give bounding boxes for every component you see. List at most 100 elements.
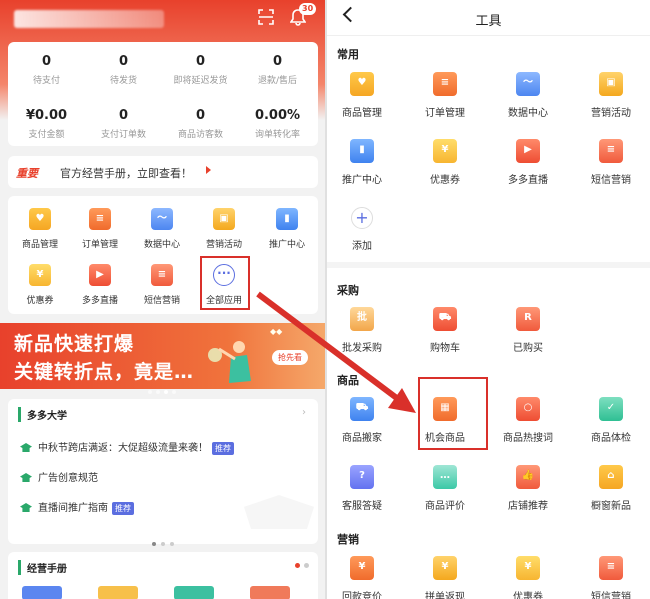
- manual-thumb[interactable]: [98, 586, 138, 599]
- tool-shop-recommend[interactable]: 👍 店铺推荐: [493, 465, 563, 512]
- tool-sms-marketing-2[interactable]: ≡ 短信营销: [576, 556, 646, 599]
- section-title-marketing: 营销: [337, 533, 359, 546]
- stat-value: ¥0.00: [25, 108, 68, 123]
- bag-icon: ♥: [29, 208, 51, 230]
- stat-label: 待支付: [32, 76, 60, 86]
- university-title: 多多大学: [18, 407, 67, 422]
- tool-coupon-2[interactable]: ¥ 优惠券: [493, 556, 563, 599]
- tool-label: 商品搬家: [342, 433, 382, 444]
- stat-value: 0.00%: [254, 108, 301, 123]
- app-label: 数据中心: [143, 240, 180, 250]
- tool-bid[interactable]: ¥ 回款竞价: [327, 556, 397, 599]
- stats-card: 0 待支付 0 待发货 0 即将延迟发货 0 退款/售后 ¥0.00 支付金额 0 支付订单…: [8, 42, 318, 146]
- app-grid: ♥ 商品管理 ≡ 订单管理 〜数据中心 ▣ 营销活动 ▮ 推广中心 ¥ 优惠券 ▶ 多多直播…: [8, 196, 318, 314]
- app-product-management[interactable]: ♥ 商品管理: [10, 208, 70, 250]
- video-icon: ▶: [516, 139, 540, 163]
- tool-label: 优惠券: [430, 175, 460, 186]
- faq-icon: ?: [350, 465, 374, 489]
- university-pagination: [152, 531, 179, 550]
- bar-chart-icon: ▮: [350, 139, 374, 163]
- stat-order-count[interactable]: 0 支付订单数: [85, 108, 162, 140]
- clipboard-icon: ≡: [89, 208, 111, 230]
- coupon-icon: ¥: [433, 139, 457, 163]
- notice-bar[interactable]: 重要 官方经营手册，立即查看！: [8, 156, 318, 188]
- tool-customer-faq[interactable]: ? 客服答疑: [327, 465, 397, 512]
- tool-add[interactable]: + 添加: [327, 207, 397, 252]
- cart-icon: ⛟: [433, 307, 457, 331]
- tool-product-checkup[interactable]: ✓ 商品体检: [576, 397, 646, 444]
- tool-label: 多多直播: [508, 175, 548, 186]
- tool-label: 拼单返现: [425, 592, 465, 599]
- stat-value: 0: [118, 54, 129, 69]
- tool-cashback[interactable]: ¥ 拼单返现: [410, 556, 480, 599]
- graduation-cap-icon: [20, 443, 32, 452]
- university-item[interactable]: 直播间推广指南 推荐: [20, 499, 134, 515]
- university-item[interactable]: 中秋节跨店满返：大促超级流量来袭！ 推荐: [20, 439, 234, 455]
- gift-icon: ▣: [599, 72, 623, 96]
- recommend-badge: 推荐: [112, 502, 134, 515]
- app-promotion[interactable]: ▮ 推广中心: [257, 208, 317, 250]
- notification-badge: 30: [299, 3, 317, 15]
- notice-text: 官方经营手册，立即查看！: [60, 167, 192, 180]
- tool-product-move[interactable]: ⛟ 商品搬家: [327, 397, 397, 444]
- tool-marketing[interactable]: ▣ 营销活动: [576, 72, 646, 119]
- chevron-right-icon[interactable]: ›: [302, 407, 306, 418]
- highlight-box-opportunity-product: [418, 377, 488, 450]
- app-live[interactable]: ▶ 多多直播: [70, 264, 130, 306]
- graduation-cap-illustration: [244, 495, 314, 529]
- search-icon: ○: [516, 397, 540, 421]
- stat-payment-amount[interactable]: ¥0.00 支付金额: [8, 108, 85, 140]
- wholesale-icon: 批: [350, 307, 374, 331]
- stat-conversion-rate[interactable]: 0.00% 询单转化率: [239, 108, 316, 140]
- tool-label: 商品管理: [342, 108, 382, 119]
- tool-live[interactable]: ▶ 多多直播: [493, 139, 563, 186]
- tool-purchased[interactable]: R 已购买: [493, 307, 563, 354]
- university-item-text: 中秋节跨店满返：大促超级流量来袭！: [38, 443, 208, 454]
- stat-delay-shipment[interactable]: 0 即将延迟发货: [162, 54, 239, 86]
- message-icon: ≡: [599, 139, 623, 163]
- tool-showcase-new[interactable]: ⌂ 橱窗新品: [576, 465, 646, 512]
- tool-hot-search[interactable]: ○ 商品热搜词: [493, 397, 563, 444]
- section-title-common: 常用: [337, 48, 359, 61]
- app-coupon[interactable]: ¥ 优惠券: [10, 264, 70, 306]
- stat-value: 0: [118, 108, 129, 123]
- app-marketing[interactable]: ▣ 营销活动: [194, 208, 254, 250]
- stat-pending-payment[interactable]: 0 待支付: [8, 54, 85, 86]
- purchased-icon: R: [516, 307, 540, 331]
- university-item-text: 直播间推广指南: [38, 503, 108, 514]
- stat-label: 支付金额: [28, 130, 65, 140]
- stat-visitors[interactable]: 0 商品访客数: [162, 108, 239, 140]
- tool-promotion[interactable]: ▮ 推广中心: [327, 139, 397, 186]
- app-sms-marketing[interactable]: ≡ 短信营销: [132, 264, 192, 306]
- tool-label: 批发采购: [342, 343, 382, 354]
- tool-data-center[interactable]: 〜数据中心: [493, 72, 563, 119]
- tool-cart[interactable]: ⛟ 购物车: [410, 307, 480, 354]
- tool-product-review[interactable]: … 商品评价: [410, 465, 480, 512]
- stat-refunds[interactable]: 0 退款/售后: [239, 54, 316, 86]
- scan-icon[interactable]: [258, 9, 274, 25]
- promo-banner[interactable]: 新品快速打爆 关键转折点，竟是… ◆◆ 抢先看: [0, 323, 325, 394]
- bag-icon: ♥: [350, 72, 374, 96]
- stat-pending-shipment[interactable]: 0 待发货: [85, 54, 162, 86]
- tool-sms-marketing[interactable]: ≡ 短信营销: [576, 139, 646, 186]
- recommend-badge: 推荐: [212, 442, 234, 455]
- page-title: 工具: [475, 14, 502, 29]
- tool-product-management[interactable]: ♥ 商品管理: [327, 72, 397, 119]
- app-order-management[interactable]: ≡ 订单管理: [70, 208, 130, 250]
- tool-wholesale[interactable]: 批批发采购: [327, 307, 397, 354]
- checkup-icon: ✓: [599, 397, 623, 421]
- banner-cta-button[interactable]: 抢先看: [272, 350, 308, 365]
- app-label: 商品管理: [21, 240, 58, 250]
- manual-thumb[interactable]: [22, 586, 62, 599]
- app-data-center[interactable]: 〜数据中心: [132, 208, 192, 250]
- university-item[interactable]: 广告创意规范: [20, 469, 98, 484]
- manual-thumb[interactable]: [174, 586, 214, 599]
- tool-label: 商品体检: [591, 433, 631, 444]
- stat-label: 即将延迟发货: [173, 76, 228, 86]
- tool-order-management[interactable]: ≡ 订单管理: [410, 72, 480, 119]
- tool-coupon[interactable]: ¥ 优惠券: [410, 139, 480, 186]
- manual-thumb[interactable]: [250, 586, 290, 599]
- message-icon: ≡: [599, 556, 623, 580]
- chart-icon: 〜: [151, 208, 173, 230]
- stat-label: 支付订单数: [100, 130, 146, 140]
